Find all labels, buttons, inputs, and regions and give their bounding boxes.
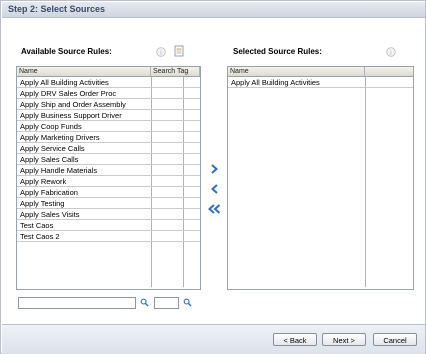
back-button[interactable]: < Back xyxy=(273,333,317,346)
document-icon[interactable] xyxy=(173,45,185,57)
list-item[interactable]: Apply Testing xyxy=(17,198,200,209)
move-left-icon[interactable] xyxy=(210,184,220,194)
available-rules-grid: Name Search Tag Apply All Building Activ… xyxy=(16,66,201,290)
info-icon[interactable]: i xyxy=(155,46,167,58)
selected-grid-header: Name xyxy=(228,67,413,77)
column-header-name[interactable]: Name xyxy=(17,67,151,76)
list-item[interactable]: Apply Ship and Order Assembly xyxy=(17,99,200,110)
info-icon[interactable]: i xyxy=(385,46,397,58)
wizard-window: Step 2: Select Sources Available Source … xyxy=(0,0,426,354)
cancel-button[interactable]: Cancel xyxy=(373,333,417,346)
name-search-input[interactable] xyxy=(18,297,136,309)
search-icon[interactable] xyxy=(183,298,192,307)
column-header-name[interactable]: Name xyxy=(228,67,365,76)
list-item[interactable]: Test Caos 2 xyxy=(17,231,200,242)
wizard-footer: < Back Next > Cancel xyxy=(2,324,425,354)
list-item[interactable]: Apply Sales Calls xyxy=(17,154,200,165)
list-item[interactable]: Apply Rework xyxy=(17,176,200,187)
list-item[interactable]: Apply Fabrication xyxy=(17,187,200,198)
move-right-icon[interactable] xyxy=(210,164,220,174)
list-item[interactable]: Test Caos xyxy=(17,220,200,231)
list-item[interactable]: Apply Coop Funds xyxy=(17,121,200,132)
step-header: Step 2: Select Sources xyxy=(2,2,425,18)
column-header-search-tag[interactable]: Search Tag xyxy=(151,67,200,76)
list-item[interactable]: Apply Service Calls xyxy=(17,143,200,154)
move-all-left-icon[interactable] xyxy=(207,204,221,214)
list-item[interactable]: Apply Sales Visits xyxy=(17,209,200,220)
available-grid-header: Name Search Tag xyxy=(17,67,200,77)
step-title: Step 2: Select Sources xyxy=(8,4,106,14)
selected-rules-title: Selected Source Rules: xyxy=(233,47,322,56)
column-divider xyxy=(365,77,366,287)
list-item[interactable]: Apply All Building Activities xyxy=(17,77,200,88)
selected-rules-grid: Name Apply All Building Activities xyxy=(227,66,414,290)
next-button[interactable]: Next > xyxy=(322,333,366,346)
list-item[interactable]: Apply All Building Activities xyxy=(228,77,413,88)
search-icon[interactable] xyxy=(140,298,149,307)
list-item[interactable]: Apply Marketing Drivers xyxy=(17,132,200,143)
tag-search-input[interactable] xyxy=(154,297,179,309)
list-item[interactable]: Apply Business Support Driver xyxy=(17,110,200,121)
list-item[interactable]: Apply DRV Sales Order Proc xyxy=(17,88,200,99)
list-item[interactable]: Apply Handle Materials xyxy=(17,165,200,176)
available-rules-title: Available Source Rules: xyxy=(21,47,112,56)
